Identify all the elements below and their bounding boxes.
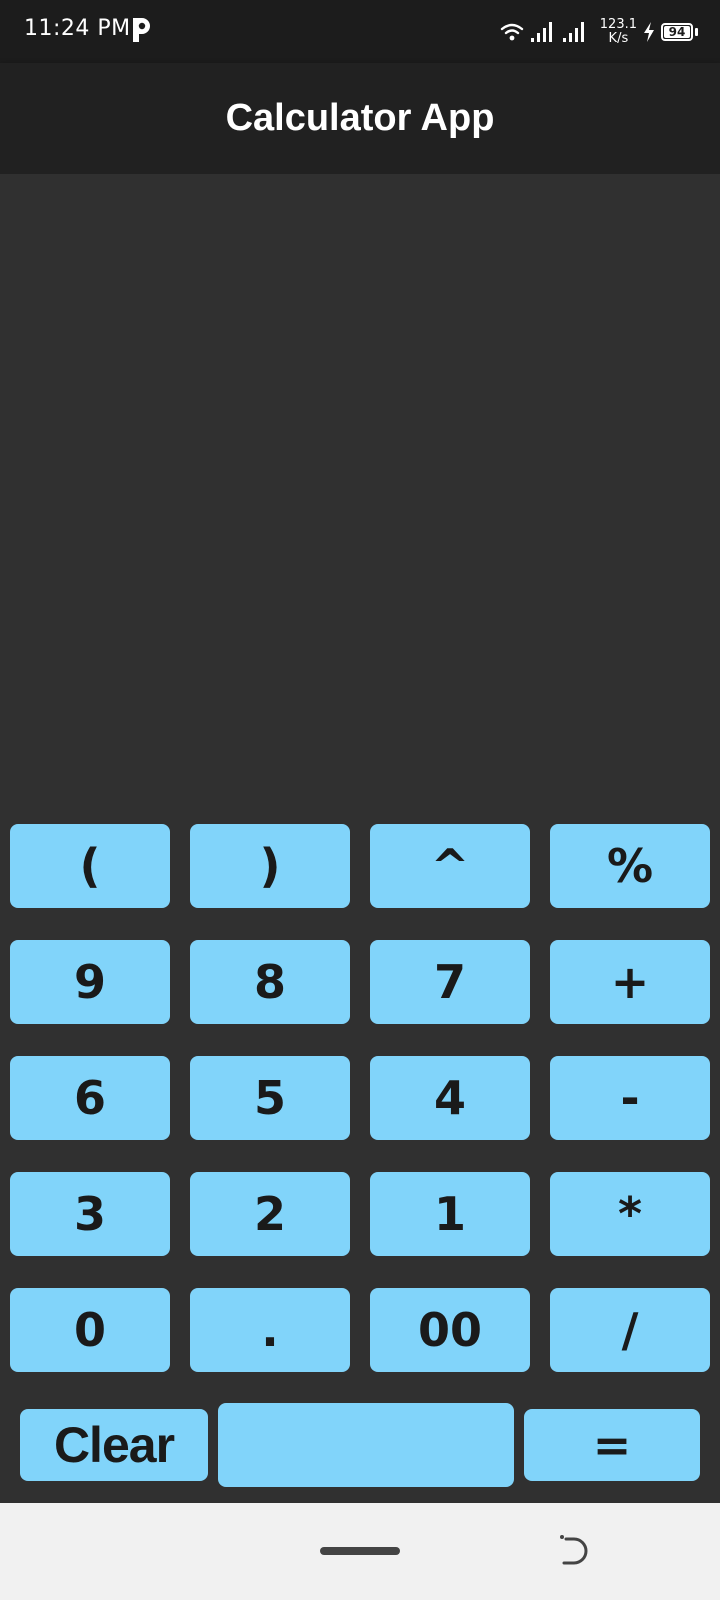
key-multiply[interactable]: *	[550, 1172, 710, 1256]
p-letter-icon	[133, 18, 150, 42]
key-8[interactable]: 8	[190, 940, 350, 1024]
charging-bolt-icon	[644, 22, 654, 42]
back-icon[interactable]	[558, 1533, 588, 1569]
network-speed-unit: K/s	[608, 31, 629, 46]
network-speed-value: 123.1	[599, 17, 637, 32]
key-power[interactable]: ^	[370, 824, 530, 908]
key-decimal[interactable]: .	[190, 1288, 350, 1372]
expression-display	[0, 174, 720, 814]
key-0[interactable]: 0	[10, 1288, 170, 1372]
status-time: 11:24 PM	[24, 16, 131, 41]
key-7[interactable]: 7	[370, 940, 530, 1024]
status-bar: 11:24 PM 123.1 K/s 94	[0, 0, 720, 63]
clear-button[interactable]: Clear	[20, 1409, 208, 1481]
battery-icon: 94	[661, 23, 693, 41]
home-pill-icon[interactable]	[320, 1547, 400, 1555]
key-5[interactable]: 5	[190, 1056, 350, 1140]
key-open-paren[interactable]: (	[10, 824, 170, 908]
battery-nub	[695, 28, 698, 36]
calculator-screen: 11:24 PM 123.1 K/s 94 Calculator App ()…	[0, 0, 720, 1600]
network-speed: 123.1 K/s	[600, 18, 637, 46]
app-bar: Calculator App	[0, 63, 720, 174]
navigation-bar	[0, 1503, 720, 1600]
key-double-zero[interactable]: 00	[370, 1288, 530, 1372]
key-close-paren[interactable]: )	[190, 824, 350, 908]
signal-sim2-icon	[562, 22, 584, 42]
keypad: ( ) ^ % 9 8 7 + 6 5 4 - 3 2 1 * 0 . 00 /	[10, 824, 710, 1372]
key-3[interactable]: 3	[10, 1172, 170, 1256]
key-minus[interactable]: -	[550, 1056, 710, 1140]
result-field	[218, 1403, 514, 1487]
battery-level: 94	[668, 25, 686, 39]
equals-button[interactable]: =	[524, 1409, 700, 1481]
app-title: Calculator App	[225, 97, 495, 139]
key-1[interactable]: 1	[370, 1172, 530, 1256]
signal-sim1-icon	[530, 22, 552, 42]
key-6[interactable]: 6	[10, 1056, 170, 1140]
key-9[interactable]: 9	[10, 940, 170, 1024]
key-plus[interactable]: +	[550, 940, 710, 1024]
key-divide[interactable]: /	[550, 1288, 710, 1372]
wifi-icon	[500, 23, 523, 41]
key-percent[interactable]: %	[550, 824, 710, 908]
key-2[interactable]: 2	[190, 1172, 350, 1256]
status-icons: 123.1 K/s 94	[500, 14, 698, 50]
key-4[interactable]: 4	[370, 1056, 530, 1140]
